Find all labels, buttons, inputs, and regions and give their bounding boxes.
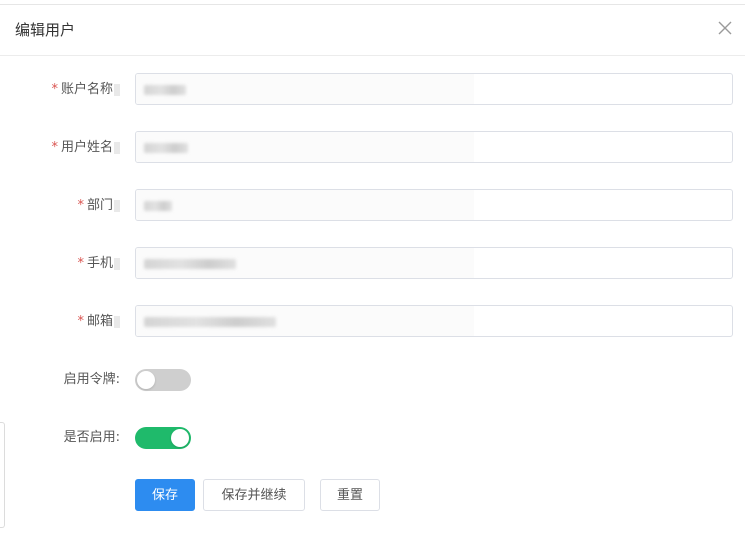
field-label: * 部门 xyxy=(0,189,120,223)
field-label: * 邮箱 xyxy=(0,305,120,339)
obscured-value xyxy=(144,259,236,269)
close-icon[interactable] xyxy=(717,20,733,36)
required-mark: * xyxy=(51,140,58,155)
save-and-continue-button[interactable]: 保存并继续 xyxy=(203,479,305,511)
label-obscured xyxy=(114,83,120,96)
field-label-text: 部门 xyxy=(86,198,113,213)
obscured-value xyxy=(144,143,188,153)
field-label: * 手机 xyxy=(0,247,120,281)
form-row-email: * 邮箱 xyxy=(0,305,745,339)
label-obscured xyxy=(114,199,120,212)
obscured-value xyxy=(144,201,172,211)
switch-knob xyxy=(137,371,155,389)
form-row-account-name: * 账户名称 xyxy=(0,73,745,107)
form-row-department: * 部门 xyxy=(0,189,745,223)
field-label: 启用令牌: xyxy=(0,363,120,397)
field-label: * 用户姓名 xyxy=(0,131,120,165)
form-actions: 保存 保存并继续 重置 xyxy=(0,479,745,513)
field-label: 是否启用: xyxy=(0,421,120,455)
is-enabled-switch[interactable] xyxy=(135,427,191,449)
background-panel-edge xyxy=(0,422,5,528)
phone-input[interactable] xyxy=(135,247,733,279)
input-mask xyxy=(136,74,474,104)
field-label-text: 手机 xyxy=(86,256,113,271)
field-label: * 账户名称 xyxy=(0,73,120,107)
enable-token-switch[interactable] xyxy=(135,369,191,391)
dialog-title: 编辑用户 xyxy=(15,21,76,39)
field-label-text: 启用令牌: xyxy=(63,372,120,387)
obscured-value xyxy=(144,317,276,327)
label-obscured xyxy=(114,315,120,328)
label-obscured xyxy=(114,257,120,270)
field-label-text: 账户名称 xyxy=(60,82,113,97)
label-obscured xyxy=(114,141,120,154)
form-row-phone: * 手机 xyxy=(0,247,745,281)
required-mark: * xyxy=(77,256,84,271)
required-mark: * xyxy=(77,314,84,329)
required-mark: * xyxy=(77,198,84,213)
switch-knob xyxy=(171,429,189,447)
field-label-text: 邮箱 xyxy=(86,314,113,329)
required-mark: * xyxy=(51,82,58,97)
edit-user-dialog: 编辑用户 * 账户名称 * 用户姓名 * 部门 * 手机 * 邮箱 启用令牌: … xyxy=(0,4,745,559)
obscured-value xyxy=(144,85,186,95)
form-row-is-enabled: 是否启用: xyxy=(0,421,745,455)
form-row-enable-token: 启用令牌: xyxy=(0,363,745,397)
email-input[interactable] xyxy=(135,305,733,337)
user-name-input[interactable] xyxy=(135,131,733,163)
input-mask xyxy=(136,190,474,220)
account-name-input[interactable] xyxy=(135,73,733,105)
field-label-text: 是否启用: xyxy=(63,430,120,445)
dialog-header: 编辑用户 xyxy=(0,5,745,56)
field-label-text: 用户姓名 xyxy=(60,140,113,155)
reset-button[interactable]: 重置 xyxy=(320,479,380,511)
department-input[interactable] xyxy=(135,189,733,221)
form-row-user-name: * 用户姓名 xyxy=(0,131,745,165)
save-button[interactable]: 保存 xyxy=(135,479,195,511)
